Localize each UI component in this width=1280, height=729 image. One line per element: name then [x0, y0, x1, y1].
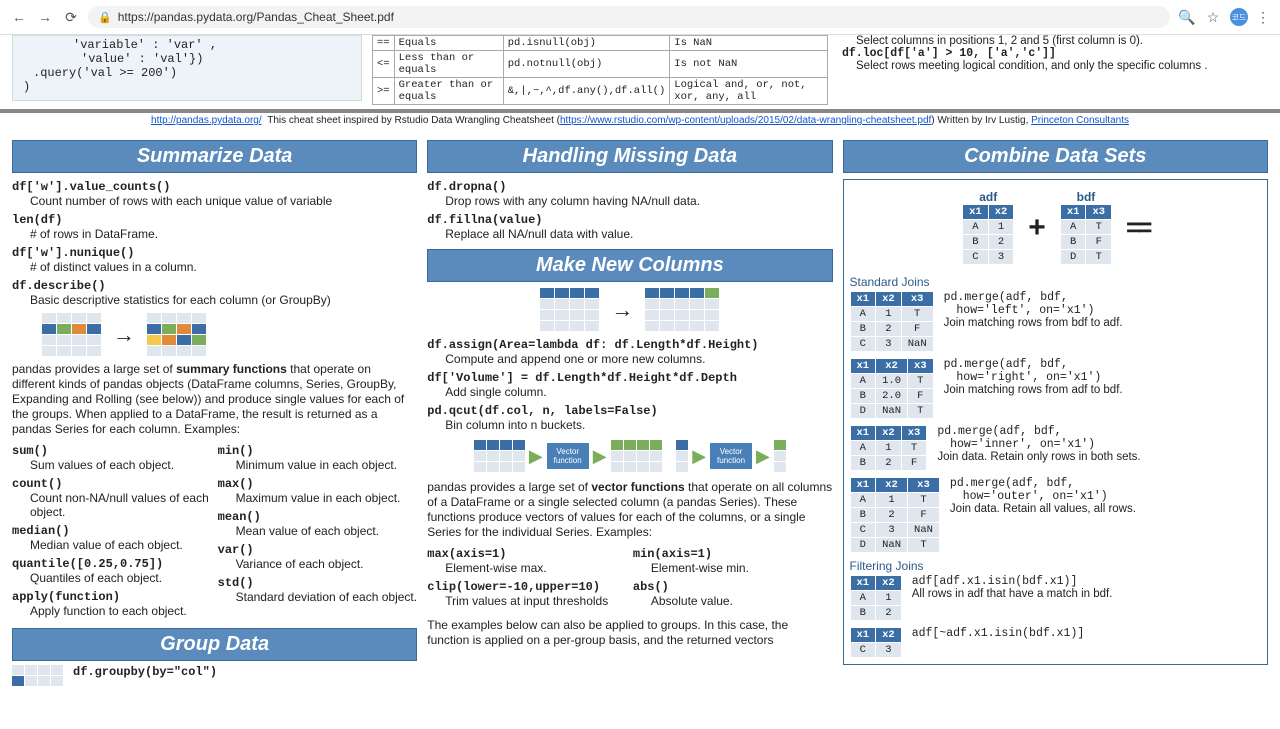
plus-icon: +: [1028, 211, 1046, 245]
title-combine: Combine Data Sets: [843, 140, 1269, 173]
frag-right: Select columns in positions 1, 2 and 5 (…: [838, 35, 1268, 105]
menu-icon[interactable]: ⋮: [1256, 9, 1270, 26]
star-icon[interactable]: ☆: [1204, 9, 1222, 26]
combine-top: adf x1x2A1B2C3 + bdf x1x3ATBFDT ==: [850, 190, 1262, 265]
url-text: https://pandas.pydata.org/Pandas_Cheat_S…: [118, 10, 394, 24]
top-fragment: 'variable' : 'var' , 'value' : 'val'}) .…: [0, 35, 1280, 113]
url-bar[interactable]: 🔒 https://pandas.pydata.org/Pandas_Cheat…: [88, 6, 1170, 28]
footnote-link-2[interactable]: https://www.rstudio.com/wp-content/uploa…: [560, 115, 931, 126]
back-icon[interactable]: ←: [10, 9, 28, 25]
footnote-link-3[interactable]: Princeton Consultants: [1031, 115, 1129, 126]
summarize-para: pandas provides a large set of summary f…: [12, 362, 417, 437]
title-summarize: Summarize Data: [12, 140, 417, 173]
browser-toolbar: ← → ⟳ 🔒 https://pandas.pydata.org/Pandas…: [0, 0, 1280, 35]
col-combine: Combine Data Sets adf x1x2A1B2C3 + bdf x…: [843, 140, 1269, 686]
title-missing: Handling Missing Data: [427, 140, 832, 173]
frag-code: 'variable' : 'var' , 'value' : 'val'}) .…: [12, 35, 362, 101]
arrow-icon: →: [611, 297, 633, 323]
reload-icon[interactable]: ⟳: [62, 9, 80, 26]
vector-para: pandas provides a large set of vector fu…: [427, 480, 832, 540]
title-group: Group Data: [12, 628, 417, 661]
vector-flow: ▶ Vector function ▶ ▶ Vector function ▶: [427, 440, 832, 472]
forward-icon[interactable]: →: [36, 9, 54, 25]
sub-standard-joins: Standard Joins: [850, 275, 1262, 289]
search-icon[interactable]: 🔍: [1178, 9, 1196, 26]
col-middle: Handling Missing Data df.dropna()Drop ro…: [427, 140, 832, 686]
pdf-page: 'variable' : 'var' , 'value' : 'val'}) .…: [0, 35, 1280, 729]
lock-icon: 🔒: [98, 11, 112, 24]
title-newcols: Make New Columns: [427, 249, 832, 282]
arrow-icon: →: [113, 322, 135, 348]
footnote: http://pandas.pydata.org/ This cheat she…: [0, 113, 1280, 128]
extension-badge[interactable]: 코드: [1230, 8, 1248, 26]
operator-table: ==Equalspd.isnull(obj)Is NaN <=Less than…: [372, 35, 828, 105]
summarize-diagram: →: [42, 313, 417, 356]
group-para: The examples below can also be applied t…: [427, 618, 832, 648]
footnote-link-1[interactable]: http://pandas.pydata.org/: [151, 115, 262, 126]
newcols-diagram: →: [427, 288, 832, 331]
equals-icon: ==: [1126, 212, 1148, 243]
groupby-code: df.groupby(by="col"): [73, 665, 417, 679]
col-summarize: Summarize Data df['w'].value_counts()Cou…: [12, 140, 417, 686]
sub-filtering-joins: Filtering Joins: [850, 559, 1262, 573]
